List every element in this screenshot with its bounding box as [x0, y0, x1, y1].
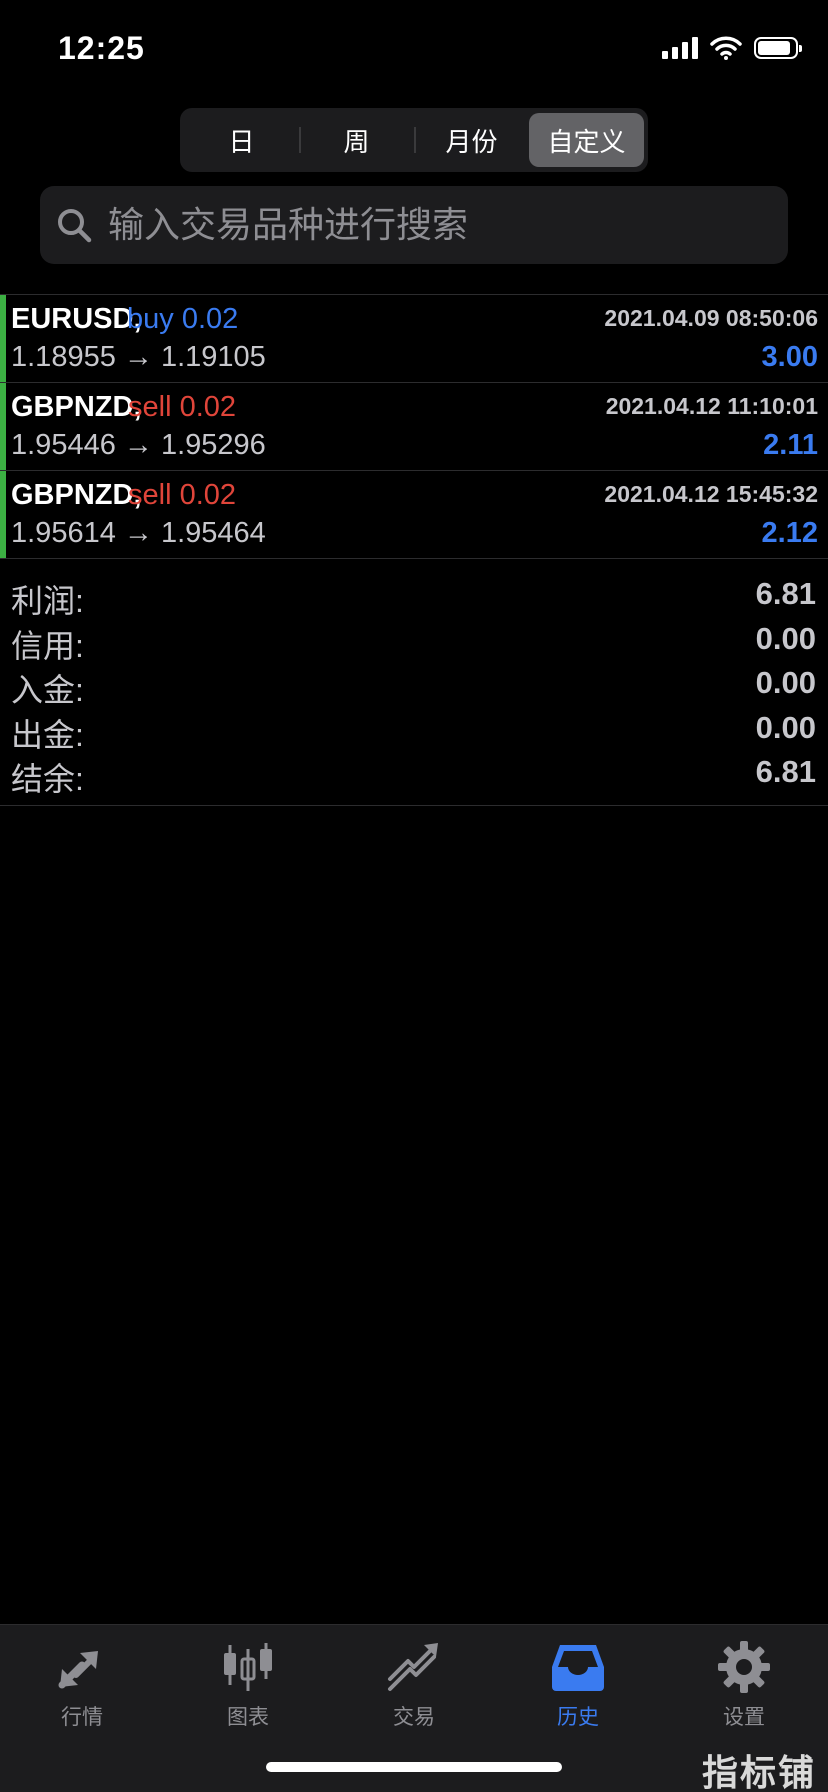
- period-segmented-control: 日 周 月份 自定义: [180, 108, 648, 172]
- summary-value: 0.00: [755, 620, 816, 656]
- tab-quotes[interactable]: 行情: [22, 1639, 142, 1731]
- cellular-signal-icon: [662, 37, 698, 59]
- trade-side-volume: buy 0.02: [127, 303, 239, 335]
- summary-label: 出金:: [11, 716, 84, 753]
- gear-icon: [718, 1641, 770, 1693]
- summary-label: 利润:: [11, 583, 84, 619]
- trade-profit: 3.00: [761, 341, 818, 373]
- trade-symbol: EURUSD,: [11, 303, 142, 335]
- summary-value: 0.00: [755, 665, 816, 700]
- trade-history-list: EURUSD, buy 0.02 2021.04.09 08:50:06 1.1…: [0, 294, 828, 559]
- summary-row-withdrawal: 出金: 0.00: [0, 706, 828, 753]
- home-indicator: [266, 1762, 562, 1772]
- tab-settings[interactable]: 设置: [684, 1639, 804, 1731]
- wifi-icon: [710, 36, 742, 60]
- summary-value: 0.00: [755, 709, 816, 745]
- trade-row[interactable]: GBPNZD, sell 0.02 2021.04.12 15:45:32 1.…: [0, 471, 828, 559]
- summary-row-balance: 结余: 6.81: [0, 750, 828, 797]
- trade-row[interactable]: EURUSD, buy 0.02 2021.04.09 08:50:06 1.1…: [0, 295, 828, 383]
- tab-label: 行情: [61, 1706, 103, 1729]
- status-icons: [662, 36, 802, 60]
- summary-label: 结余:: [11, 761, 84, 797]
- trade-side-volume: sell 0.02: [128, 391, 237, 423]
- trade-prices: 1.95446 → 1.95296: [11, 429, 266, 461]
- search-icon: [58, 209, 92, 243]
- trade-side-volume: sell 0.02: [128, 479, 237, 511]
- battery-icon: [754, 37, 802, 59]
- period-tab-day[interactable]: 日: [184, 113, 299, 167]
- summary-label: 入金:: [11, 672, 84, 708]
- trade-prices: 1.18955 → 1.19105: [11, 341, 266, 373]
- summary-row-deposit: 入金: 0.00: [0, 661, 828, 708]
- trade-prices: 1.95614 → 1.95464: [11, 517, 266, 549]
- status-bar: 12:25: [0, 0, 828, 100]
- chart-candles-icon: [224, 1643, 272, 1691]
- summary-value: 6.81: [755, 576, 816, 611]
- trade-time: 2021.04.12 11:10:01: [605, 393, 818, 419]
- tab-label: 设置: [723, 1706, 765, 1729]
- search-bar[interactable]: [40, 186, 788, 264]
- summary-row-profit: 利润: 6.81: [0, 572, 828, 619]
- summary-value: 6.81: [755, 754, 816, 789]
- history-inbox-icon: [552, 1645, 604, 1691]
- trade-time: 2021.04.12 15:45:32: [604, 481, 818, 507]
- quotes-icon: [58, 1651, 98, 1689]
- period-tab-custom[interactable]: 自定义: [529, 113, 644, 167]
- trade-profit: 2.11: [763, 429, 818, 461]
- tab-label: 交易: [393, 1706, 435, 1729]
- trade-time: 2021.04.09 08:50:06: [604, 305, 818, 331]
- search-input[interactable]: [106, 203, 750, 247]
- summary-label: 信用:: [11, 627, 84, 664]
- history-screen: 12:25 日 周 月份 自定义 EURUSD,: [0, 0, 828, 1792]
- trade-symbol: GBPNZD,: [11, 391, 142, 423]
- period-tab-week[interactable]: 周: [299, 113, 414, 167]
- tab-label: 历史: [557, 1706, 599, 1729]
- trade-symbol: GBPNZD,: [11, 479, 142, 511]
- period-tab-month[interactable]: 月份: [414, 113, 529, 167]
- tab-history[interactable]: 历史: [518, 1639, 638, 1731]
- watermark: 指标铺: [701, 1752, 816, 1792]
- clock: 12:25: [58, 30, 145, 66]
- tab-chart[interactable]: 图表: [188, 1639, 308, 1731]
- tab-label: 图表: [227, 1706, 269, 1729]
- trade-row[interactable]: GBPNZD, sell 0.02 2021.04.12 11:10:01 1.…: [0, 383, 828, 471]
- trade-profit: 2.12: [761, 517, 818, 549]
- trade-icon: [388, 1643, 438, 1691]
- summary-row-credit: 信用: 0.00: [0, 617, 828, 664]
- account-summary: 利润: 6.81 信用: 0.00 入金: 0.00 出金: 0.00 结余: …: [0, 572, 828, 806]
- tab-trade[interactable]: 交易: [354, 1639, 474, 1731]
